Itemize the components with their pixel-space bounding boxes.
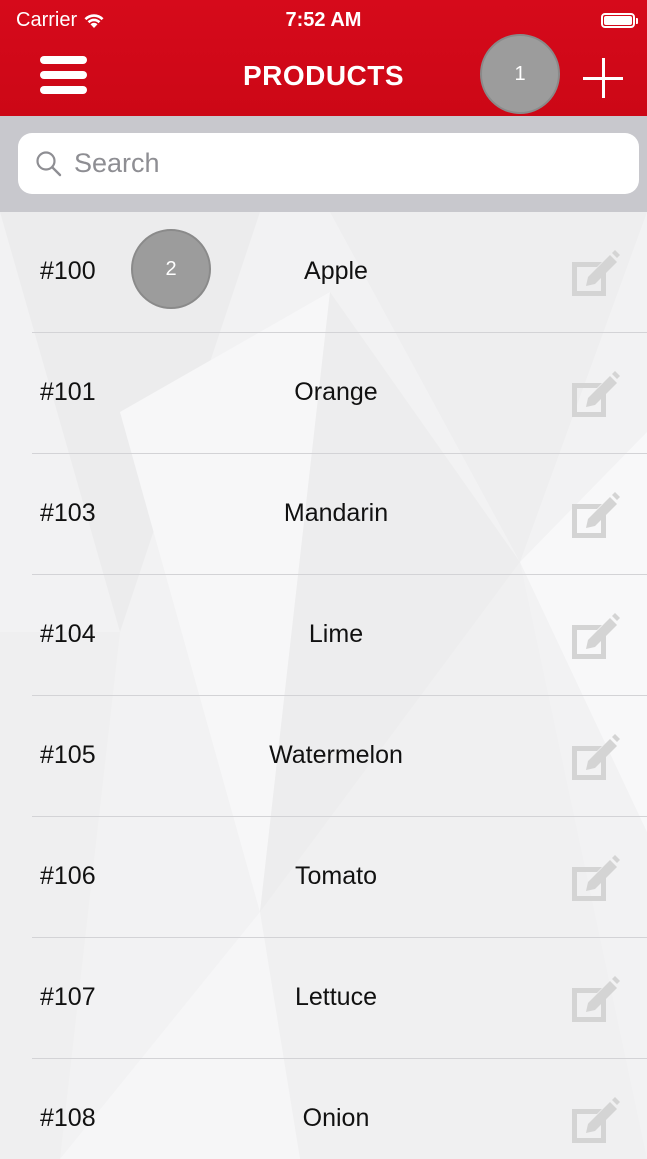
annotation-marker-1: 1 xyxy=(480,34,560,114)
product-row[interactable]: #100 Apple xyxy=(0,212,647,333)
battery-icon xyxy=(601,13,638,28)
edit-icon[interactable] xyxy=(566,492,620,544)
product-row[interactable]: #105 Watermelon xyxy=(0,696,647,817)
annotation-marker-2: 2 xyxy=(131,229,211,309)
edit-icon[interactable] xyxy=(566,250,620,302)
search-bar-container xyxy=(0,116,647,212)
product-row[interactable]: #101 Orange xyxy=(0,333,647,454)
product-name: Onion xyxy=(302,1104,370,1132)
product-row[interactable]: #103 Mandarin xyxy=(0,454,647,575)
edit-icon[interactable] xyxy=(566,976,620,1028)
product-name: Lime xyxy=(308,620,364,648)
product-row[interactable]: #104 Lime xyxy=(0,575,647,696)
search-icon xyxy=(36,150,62,176)
product-row[interactable]: #108 Onion xyxy=(0,1059,647,1159)
status-time: 7:52 AM xyxy=(285,9,362,31)
status-bar: Carrier 7:52 AM xyxy=(0,0,647,40)
edit-icon[interactable] xyxy=(566,371,620,423)
edit-icon[interactable] xyxy=(566,613,620,665)
add-product-button[interactable] xyxy=(581,56,627,102)
product-name: Lettuce xyxy=(294,983,377,1011)
edit-icon[interactable] xyxy=(566,855,620,907)
product-name: Watermelon xyxy=(269,741,403,769)
edit-icon[interactable] xyxy=(566,1097,620,1149)
product-name: Apple xyxy=(304,257,368,285)
product-row[interactable]: #107 Lettuce xyxy=(0,938,647,1059)
search-field[interactable] xyxy=(18,133,639,194)
search-input[interactable] xyxy=(72,147,596,180)
product-name: Mandarin xyxy=(283,499,389,527)
product-row[interactable]: #106 Tomato xyxy=(0,817,647,938)
products-screen: Carrier 7:52 AM PRODUCTS 1 Search #100 A… xyxy=(0,0,647,1159)
edit-icon[interactable] xyxy=(566,734,620,786)
product-name: Tomato xyxy=(295,862,377,890)
product-name: Orange xyxy=(294,378,378,406)
product-list: #100 Apple #101 Orange #103 Mandarin #10… xyxy=(0,212,647,1159)
